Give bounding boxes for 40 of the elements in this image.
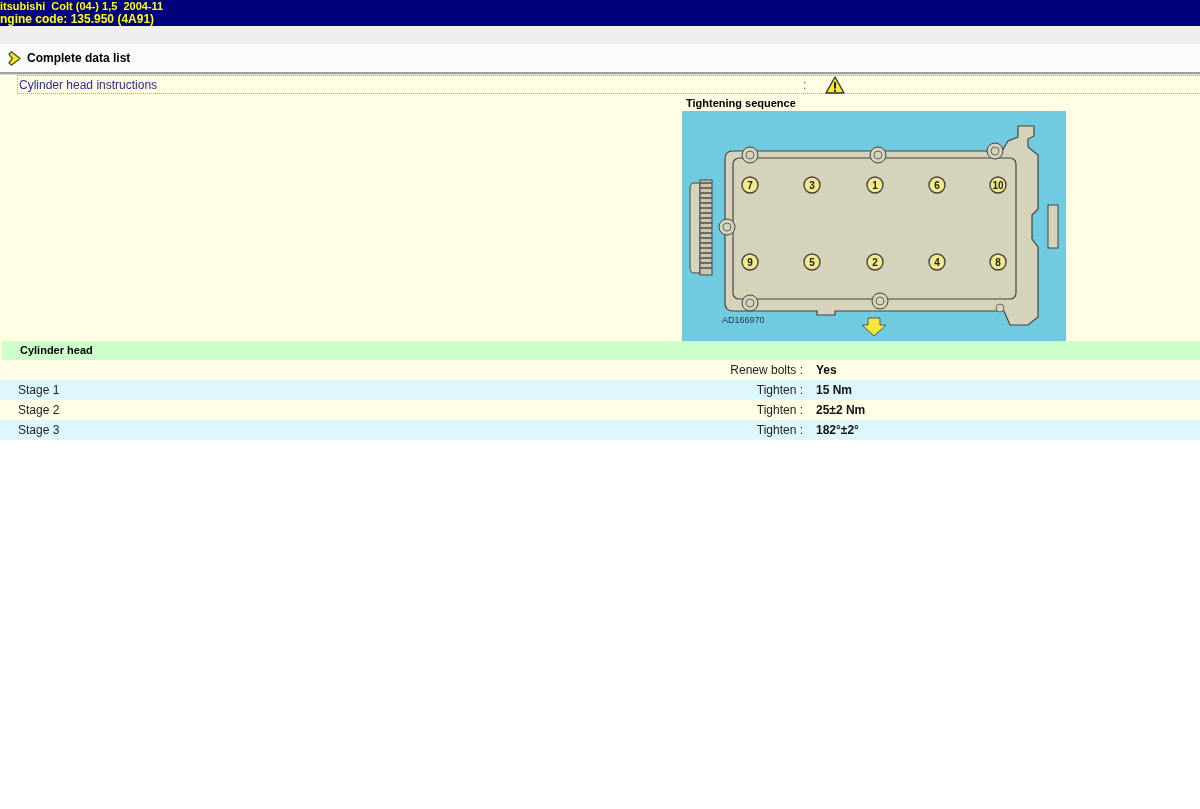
row-value: 182°±2° <box>815 423 859 437</box>
row-label: Tighten : <box>756 423 804 437</box>
bolt-marker: 4 <box>928 253 946 271</box>
bolt-marker: 8 <box>989 253 1007 271</box>
warning-icon <box>825 76 845 94</box>
separator-text: : <box>803 78 808 92</box>
bolt-marker: 2 <box>866 253 884 271</box>
stage-label: Stage 1 <box>17 383 60 397</box>
row-value: 25±2 Nm <box>815 403 866 417</box>
pointer-icon <box>8 50 21 66</box>
stage-label: Stage 3 <box>17 423 60 437</box>
complete-data-list-button[interactable]: Complete data list <box>8 50 131 66</box>
bolt-hole <box>995 303 1005 313</box>
instructions-link[interactable]: Cylinder head instructions <box>18 78 803 92</box>
stage-label: Stage 2 <box>17 403 60 417</box>
bolt-hole <box>869 146 887 164</box>
engine-code: ngine code: 135.950 (4A91) <box>0 12 156 26</box>
bolt-hole <box>741 294 759 312</box>
bracket-drawing <box>1047 204 1059 249</box>
down-arrow-icon <box>861 317 887 337</box>
row-label: Tighten : <box>756 383 804 397</box>
bolt-marker: 1 <box>866 176 884 194</box>
row-value: 15 Nm <box>815 383 853 397</box>
row-label: Renew bolts : <box>730 363 804 377</box>
vehicle-title: itsubishi Colt (04-) 1,5 2004-11 <box>0 0 165 12</box>
diagram-title: Tightening sequence <box>685 96 797 111</box>
row-value: Yes <box>815 363 837 377</box>
bolt-marker: 10 <box>989 176 1007 194</box>
diagram-code: AD166970 <box>722 315 765 325</box>
row-label: Tighten : <box>756 403 804 417</box>
bolt-hole <box>718 218 736 236</box>
bolt-hole <box>871 292 889 310</box>
bolt-marker: 5 <box>803 253 821 271</box>
section-header: Cylinder head <box>2 341 1200 360</box>
bolt-marker: 6 <box>928 176 946 194</box>
bolt-marker: 3 <box>803 176 821 194</box>
bolt-marker: 7 <box>741 176 759 194</box>
bolt-hole <box>986 142 1004 160</box>
bolt-hole <box>741 146 759 164</box>
bolt-marker: 9 <box>741 253 759 271</box>
